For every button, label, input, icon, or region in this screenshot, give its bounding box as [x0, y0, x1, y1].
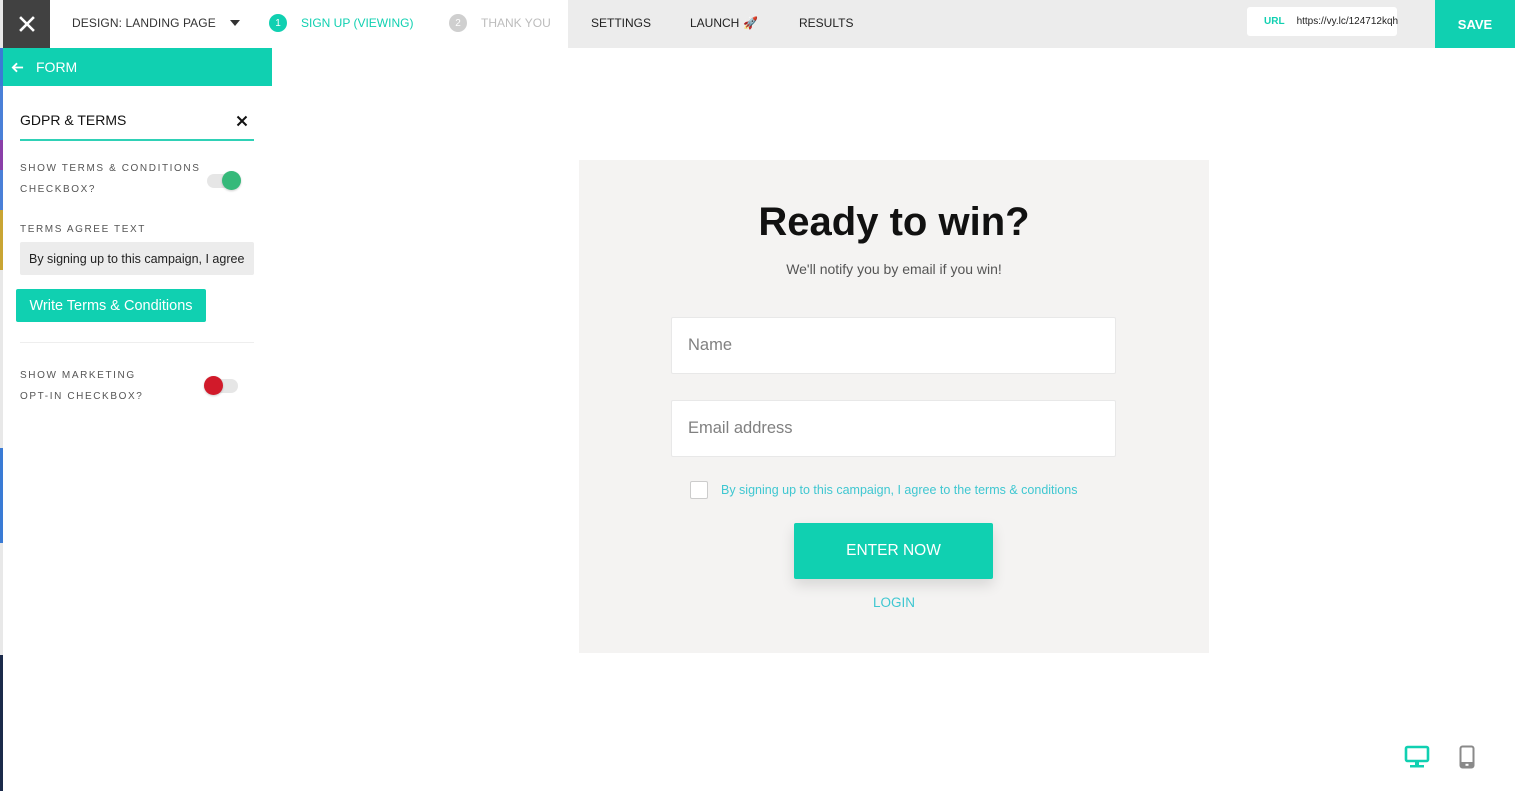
step-number-badge: 2: [449, 14, 467, 32]
close-icon: [18, 16, 35, 32]
back-to-form-button[interactable]: FORM: [3, 48, 272, 86]
terms-checkbox-row[interactable]: By signing up to this campaign, I agree …: [690, 481, 1077, 499]
close-editor-button[interactable]: [3, 0, 50, 48]
section-header: GDPR & TERMS: [20, 110, 254, 141]
url-value[interactable]: https://vy.lc/124712kqh: [1297, 16, 1399, 27]
step-thank-you[interactable]: 2 THANK YOU: [449, 0, 551, 46]
marketing-toggle-label: SHOW MARKETING OPT-IN CHECKBOX?: [20, 365, 143, 407]
campaign-url-box: URL https://vy.lc/124712kqh: [1247, 7, 1399, 36]
nav-launch[interactable]: LAUNCH 🚀: [690, 0, 758, 46]
desktop-preview-icon[interactable]: [1404, 745, 1430, 769]
terms-agree-input[interactable]: [20, 242, 254, 275]
step-label: THANK YOU: [481, 16, 551, 30]
nav-settings[interactable]: SETTINGS: [591, 0, 651, 46]
toggle-knob: [222, 171, 241, 190]
signup-preview-card: Ready to win? We'll notify you by email …: [579, 160, 1209, 653]
terms-agree-label: TERMS AGREE TEXT: [20, 224, 146, 235]
terms-toggle-label-line1: SHOW TERMS & CONDITIONS: [20, 163, 201, 174]
main-nav: SETTINGS LAUNCH 🚀 RESULTS URL https://vy…: [568, 0, 1435, 48]
rocket-icon: 🚀: [743, 16, 759, 30]
preview-subtitle: We'll notify you by email if you win!: [786, 261, 1002, 277]
email-input[interactable]: [671, 400, 1116, 457]
write-terms-button[interactable]: Write Terms & Conditions: [16, 289, 206, 322]
step-number-badge: 1: [269, 14, 287, 32]
marketing-toggle-label-line2: OPT-IN CHECKBOX?: [20, 391, 144, 402]
top-bar: DESIGN: LANDING PAGE 1 SIGN UP (VIEWING)…: [3, 0, 1515, 48]
section-title: GDPR & TERMS: [20, 112, 127, 128]
nav-results[interactable]: RESULTS: [799, 0, 853, 46]
settings-panel: GDPR & TERMS SHOW TERMS & CONDITIONS CHE…: [3, 86, 272, 791]
preview-title: Ready to win?: [758, 200, 1030, 244]
arrow-left-icon: [11, 62, 24, 72]
mobile-preview-icon[interactable]: [1459, 745, 1475, 769]
marketing-toggle-label-line1: SHOW MARKETING: [20, 370, 136, 381]
nav-launch-label: LAUNCH: [690, 16, 740, 30]
url-label: URL: [1264, 16, 1285, 27]
terms-checkbox-toggle[interactable]: [205, 171, 241, 190]
login-link[interactable]: LOGIN: [579, 595, 1209, 610]
save-button[interactable]: SAVE: [1435, 0, 1515, 48]
back-label: FORM: [36, 59, 78, 75]
name-input[interactable]: [671, 317, 1116, 374]
marketing-optin-toggle[interactable]: [202, 376, 238, 395]
divider: [20, 342, 254, 343]
close-section-icon[interactable]: [236, 115, 248, 127]
enter-now-button[interactable]: ENTER NOW: [794, 523, 993, 579]
terms-checkbox[interactable]: [690, 481, 708, 499]
caret-down-icon: [229, 20, 240, 26]
step-label: SIGN UP (VIEWING): [301, 16, 414, 30]
step-sign-up[interactable]: 1 SIGN UP (VIEWING): [269, 0, 413, 46]
toggle-knob: [204, 376, 223, 395]
design-dropdown-label: DESIGN: LANDING PAGE: [72, 16, 216, 30]
design-dropdown[interactable]: DESIGN: LANDING PAGE: [72, 0, 240, 46]
terms-toggle-label: SHOW TERMS & CONDITIONS CHECKBOX?: [20, 158, 201, 200]
terms-toggle-label-line2: CHECKBOX?: [20, 184, 97, 195]
terms-checkbox-text[interactable]: By signing up to this campaign, I agree …: [721, 483, 1077, 497]
